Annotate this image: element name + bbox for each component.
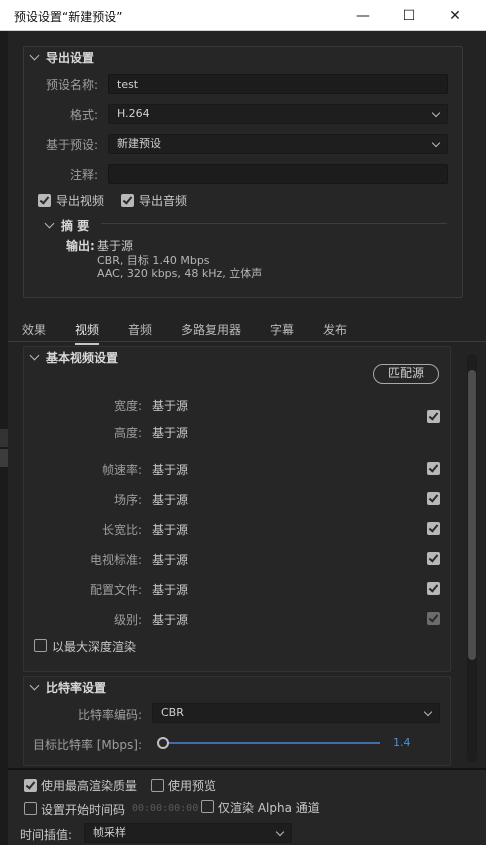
max-depth-label: 以最大深度渲染 — [52, 640, 137, 654]
target-bitrate-slider-handle[interactable] — [157, 737, 169, 749]
match-source-button[interactable]: 匹配源 — [373, 364, 439, 384]
profile-checkbox[interactable] — [427, 582, 440, 595]
chevron-down-icon — [44, 218, 55, 229]
level-label: 级别: — [113, 613, 142, 627]
maximize-button[interactable]: ☐ — [386, 0, 432, 31]
summary-audio-line: AAC, 320 kbps, 48 kHz, 立体声 — [97, 267, 263, 280]
render-alpha-only-label: 仅渲染 Alpha 通道 — [218, 801, 320, 815]
bitrate-encoding-dropdown[interactable]: CBR — [152, 703, 440, 723]
profile-label: 配置文件: — [89, 583, 142, 597]
width-label: 宽度: — [113, 399, 142, 413]
set-start-timecode-checkbox[interactable] — [24, 802, 37, 815]
time-interpolation-value: 帧采样 — [93, 826, 126, 839]
format-label: 格式: — [69, 108, 98, 122]
tab-multiplexer[interactable]: 多路复用器 — [181, 321, 241, 338]
time-interpolation-label: 时间插值: — [20, 828, 73, 842]
height-label: 高度: — [113, 426, 142, 440]
bitrate-encoding-label: 比特率编码: — [77, 708, 142, 722]
left-edge-strip — [0, 31, 8, 845]
set-start-timecode-label: 设置开始时间码 — [41, 803, 126, 817]
scrollbar-thumb[interactable] — [468, 370, 476, 660]
preset-name-input[interactable] — [108, 74, 448, 94]
settings-tabs: 效果 视频 音频 多路复用器 字幕 发布 — [8, 316, 486, 345]
export-settings-title: 导出设置 — [46, 51, 95, 65]
export-video-label: 导出视频 — [56, 194, 105, 208]
frame-rate-label: 帧速率: — [101, 463, 142, 477]
minimize-button[interactable]: — — [340, 0, 386, 31]
aspect-value[interactable]: 基于源 — [152, 521, 188, 538]
render-alpha-only-checkbox[interactable] — [201, 800, 214, 813]
edge-mark — [0, 449, 8, 467]
output-label: 输出: — [66, 239, 95, 253]
max-render-quality-label: 使用最高渲染质量 — [41, 779, 138, 793]
summary-divider — [101, 223, 447, 224]
export-video-checkbox[interactable] — [38, 194, 51, 207]
chevron-down-icon — [29, 350, 40, 361]
field-order-checkbox[interactable] — [427, 492, 440, 505]
level-checkbox[interactable] — [427, 612, 440, 625]
target-bitrate-label: 目标比特率 [Mbps]: — [32, 738, 142, 752]
tab-audio[interactable]: 音频 — [128, 321, 152, 338]
format-dropdown[interactable]: H.264 — [108, 104, 448, 124]
max-depth-checkbox[interactable] — [34, 639, 47, 652]
title-bar: 预设设置“新建预设” — ☐ ✕ — [0, 0, 486, 31]
window-title: 预设设置“新建预设” — [14, 10, 123, 24]
field-order-value[interactable]: 基于源 — [152, 491, 188, 508]
chevron-down-icon — [29, 50, 40, 61]
summary-header[interactable]: 摘 要 — [44, 217, 90, 234]
tv-standard-checkbox[interactable] — [427, 552, 440, 565]
tab-captions[interactable]: 字幕 — [270, 321, 294, 338]
edge-mark — [0, 429, 8, 447]
summary-title: 摘 要 — [61, 219, 90, 233]
chevron-down-icon — [431, 138, 441, 148]
bitrate-encoding-value: CBR — [161, 706, 184, 719]
based-on-preset-dropdown[interactable]: 新建预设 — [108, 134, 448, 154]
export-audio-checkbox[interactable] — [121, 194, 134, 207]
frame-rate-checkbox[interactable] — [427, 462, 440, 475]
tv-standard-label: 电视标准: — [89, 553, 142, 567]
chevron-down-icon — [275, 827, 285, 837]
export-settings-header[interactable]: 导出设置 — [29, 49, 95, 66]
field-order-label: 场序: — [113, 493, 142, 507]
basic-video-header[interactable]: 基本视频设置 — [29, 349, 119, 366]
bitrate-header[interactable]: 比特率设置 — [29, 679, 107, 696]
bitrate-title: 比特率设置 — [46, 681, 107, 695]
format-value: H.264 — [117, 107, 150, 120]
tab-publish[interactable]: 发布 — [323, 321, 347, 338]
comments-label: 注释: — [69, 168, 98, 182]
basic-video-title: 基本视频设置 — [46, 351, 119, 365]
aspect-label: 长宽比: — [101, 523, 142, 537]
chevron-down-icon — [29, 680, 40, 691]
based-on-preset-label: 基于预设: — [45, 138, 98, 152]
width-value[interactable]: 基于源 — [152, 397, 188, 414]
comments-input[interactable] — [108, 164, 448, 184]
preset-name-label: 预设名称: — [45, 78, 98, 92]
level-value[interactable]: 基于源 — [152, 611, 188, 628]
chevron-down-icon — [431, 108, 441, 118]
frame-size-checkbox[interactable] — [427, 410, 440, 423]
tv-standard-value[interactable]: 基于源 — [152, 551, 188, 568]
close-button[interactable]: ✕ — [432, 0, 478, 31]
target-bitrate-value[interactable]: 1.4 — [393, 736, 411, 749]
chevron-down-icon — [423, 707, 433, 717]
use-preview-checkbox[interactable] — [151, 779, 164, 792]
max-render-quality-checkbox[interactable] — [24, 779, 37, 792]
aspect-checkbox[interactable] — [427, 522, 440, 535]
height-value[interactable]: 基于源 — [152, 424, 188, 441]
use-preview-label: 使用预览 — [168, 779, 217, 793]
profile-value[interactable]: 基于源 — [152, 581, 188, 598]
tab-effects[interactable]: 效果 — [22, 321, 46, 338]
based-on-preset-value: 新建预设 — [117, 137, 161, 150]
tab-video[interactable]: 视频 — [75, 321, 100, 345]
target-bitrate-slider-track[interactable] — [164, 742, 380, 744]
export-audio-label: 导出音频 — [139, 194, 188, 208]
time-interpolation-dropdown[interactable]: 帧采样 — [84, 823, 292, 843]
start-timecode-value: 00:00:00:00 — [132, 803, 199, 814]
frame-rate-value[interactable]: 基于源 — [152, 461, 188, 478]
